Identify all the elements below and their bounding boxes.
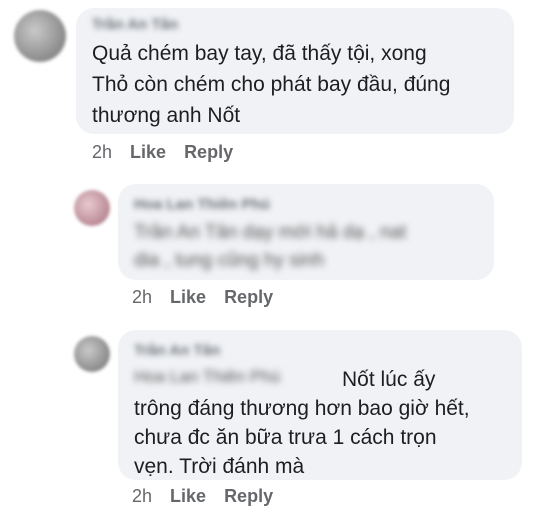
comment-actions: 2h Like Reply xyxy=(132,486,273,507)
like-button[interactable]: Like xyxy=(170,486,206,507)
comment-time: 2h xyxy=(132,287,153,307)
comment-author[interactable]: Hoa Lan Thiên Phú xyxy=(134,196,270,213)
commenter-avatar[interactable] xyxy=(74,336,110,372)
commenter-avatar[interactable] xyxy=(14,10,66,62)
comment-time: 2h xyxy=(92,142,113,162)
commenter-avatar[interactable] xyxy=(74,190,110,226)
comment-text-line: Thỏ còn chém cho phát bay đầu, đúng xyxy=(92,73,451,96)
comment-actions: 2h Like Reply xyxy=(132,287,273,308)
reply-button[interactable]: Reply xyxy=(184,142,233,163)
comment-time: 2h xyxy=(132,486,153,506)
mention-link[interactable]: Hoa Lan Thiên Phú xyxy=(134,367,280,387)
comment-author[interactable]: Trần An Tân xyxy=(134,342,220,359)
like-button[interactable]: Like xyxy=(170,287,206,308)
like-button[interactable]: Like xyxy=(130,142,166,163)
comment-actions: 2h Like Reply xyxy=(92,142,233,163)
comment-author[interactable]: Trần An Tân xyxy=(92,16,178,33)
reply-button[interactable]: Reply xyxy=(224,287,273,308)
comment-text-line: Nốt lúc ấy xyxy=(342,368,436,391)
comment-text-line: Trần An Tân dạy mới hả dạ , nat xyxy=(134,222,407,243)
comment-text-line: trông đáng thương hơn bao giờ hết, xyxy=(134,397,470,420)
comment-text-line: Quả chém bay tay, đã thấy tội, xong xyxy=(92,42,427,65)
comment-text-line: dia , tung cũng hy sinh xyxy=(134,250,325,271)
comment-text-line: thương anh Nốt xyxy=(92,104,241,127)
comment-text-line: chưa đc ăn bữa trưa 1 cách trọn xyxy=(134,426,437,449)
reply-button[interactable]: Reply xyxy=(224,486,273,507)
comment-text-line: vẹn. Trời đánh mà xyxy=(134,455,305,478)
